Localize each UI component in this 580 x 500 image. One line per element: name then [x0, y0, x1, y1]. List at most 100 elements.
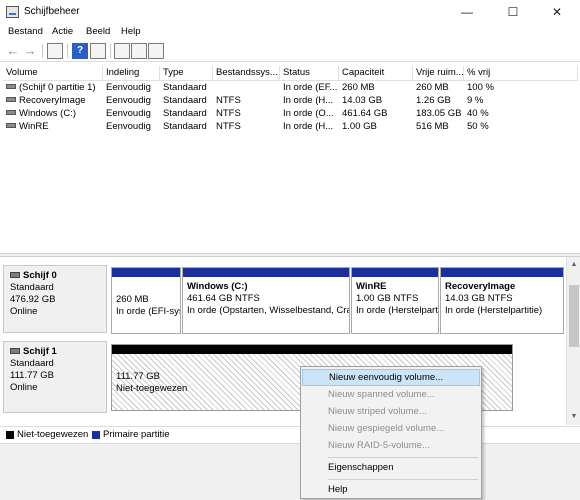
- partition-status: In orde (Herstelpartitie): [445, 305, 543, 316]
- cell-capacity: 461.64 GB: [342, 108, 388, 119]
- help-icon[interactable]: ?: [72, 43, 88, 59]
- status-bar: [0, 443, 580, 500]
- menu-item-new-raid5-volume: Nieuw RAID-5-volume...: [328, 440, 430, 451]
- cell-free-space: 516 MB: [416, 121, 449, 132]
- cell-free-space: 260 MB: [416, 82, 449, 93]
- legend-primary-partition: Primaire partitie: [103, 429, 170, 440]
- volume-icon: [6, 97, 16, 102]
- table-row[interactable]: WinRE Eenvoudig Standaard NTFS In orde (…: [0, 120, 580, 133]
- column-header-type[interactable]: Type: [160, 66, 213, 81]
- table-row[interactable]: RecoveryImage Eenvoudig Standaard NTFS I…: [0, 94, 580, 107]
- menu-bestand[interactable]: Bestand: [8, 26, 43, 37]
- cell-free-space: 1.26 GB: [416, 95, 451, 106]
- volume-name: (Schijf 0 partitie 1): [19, 82, 96, 93]
- toolbar-separator: [67, 44, 68, 58]
- window-title: Schijfbeheer: [24, 6, 80, 17]
- table-row[interactable]: Windows (C:) Eenvoudig Standaard NTFS In…: [0, 107, 580, 120]
- column-header-capaciteit[interactable]: Capaciteit: [339, 66, 413, 81]
- volume-list: Volume Indeling Type Bestandssys... Stat…: [0, 64, 580, 252]
- table-row[interactable]: (Schijf 0 partitie 1) Eenvoudig Standaar…: [0, 81, 580, 94]
- cell-free-space: 183.05 GB: [416, 108, 462, 119]
- cell-status: In orde (O...: [283, 108, 334, 119]
- volume-name: WinRE: [19, 121, 49, 132]
- menu-separator: [328, 479, 478, 480]
- disk-1-label[interactable]: Schijf 1 Standaard 111.77 GB Online: [3, 341, 107, 413]
- vertical-scrollbar[interactable]: ▲ ▼: [566, 257, 580, 425]
- cell-capacity: 1.00 GB: [342, 121, 377, 132]
- column-header-bestandssysteem[interactable]: Bestandssys...: [213, 66, 280, 81]
- toolbar-separator: [42, 44, 43, 58]
- minimize-button[interactable]: —: [444, 0, 490, 24]
- scrollbar-thumb[interactable]: [569, 285, 579, 347]
- title-bar: Schijfbeheer — ☐ ✕: [0, 0, 580, 24]
- legend-unallocated: Niet-toegewezen: [17, 429, 89, 440]
- back-arrow-icon[interactable]: ←: [5, 43, 21, 59]
- column-header-status[interactable]: Status: [280, 66, 339, 81]
- rescan-disks-icon[interactable]: [114, 43, 130, 59]
- close-button[interactable]: ✕: [534, 0, 580, 24]
- partition-efi[interactable]: 260 MB In orde (EFI-sys: [111, 267, 181, 334]
- column-header-indeling[interactable]: Indeling: [103, 66, 160, 81]
- forward-arrow-icon[interactable]: →: [22, 43, 38, 59]
- cell-type: Standaard: [163, 82, 207, 93]
- partition-size: 461.64 GB NTFS: [187, 293, 260, 304]
- partition-winre[interactable]: WinRE 1.00 GB NTFS In orde (Herstelpart: [351, 267, 439, 334]
- cell-type: Standaard: [163, 121, 207, 132]
- cell-type: Standaard: [163, 95, 207, 106]
- checklist-icon[interactable]: [131, 43, 147, 59]
- unallocated-size: 111.77 GB: [116, 371, 161, 382]
- menu-item-new-mirrored-volume: Nieuw gespiegeld volume...: [328, 423, 445, 434]
- console-tree-icon[interactable]: [47, 43, 63, 59]
- column-header-procent-vrij[interactable]: % vrij: [464, 66, 578, 81]
- disk-state: Online: [10, 306, 38, 317]
- partition-recoveryimage[interactable]: RecoveryImage 14.03 GB NTFS In orde (Her…: [440, 267, 564, 334]
- cell-percent-free: 100 %: [467, 82, 494, 93]
- primary-partition-bar: [352, 268, 438, 277]
- menu-item-help[interactable]: Help: [302, 481, 480, 498]
- context-menu: Nieuw eenvoudig volume... Nieuw spanned …: [300, 366, 482, 499]
- partition-size: 1.00 GB NTFS: [356, 293, 419, 304]
- disk-0-label[interactable]: Schijf 0 Standaard 476.92 GB Online: [3, 265, 107, 333]
- partition-status: In orde (EFI-sys: [116, 306, 181, 317]
- menu-item-new-striped-volume: Nieuw striped volume...: [328, 406, 427, 417]
- cell-capacity: 14.03 GB: [342, 95, 383, 106]
- menu-separator: [328, 457, 478, 458]
- disk-graphical-view: Schijf 0 Standaard 476.92 GB Online 260 …: [0, 257, 580, 425]
- toolbar: ← → ?: [0, 40, 580, 62]
- primary-partition-swatch: [92, 431, 100, 439]
- menu-item-new-simple-volume[interactable]: Nieuw eenvoudig volume...: [302, 369, 480, 386]
- disk-size: 111.77 GB: [10, 370, 55, 381]
- scroll-up-icon[interactable]: ▲: [567, 259, 580, 271]
- menu-actie[interactable]: Actie: [52, 26, 73, 37]
- properties-icon[interactable]: [90, 43, 106, 59]
- scroll-down-icon[interactable]: ▼: [567, 411, 580, 423]
- volume-name: RecoveryImage: [19, 95, 86, 106]
- cell-percent-free: 50 %: [467, 121, 489, 132]
- partition-windows-c[interactable]: Windows (C:) 461.64 GB NTFS In orde (Ops…: [182, 267, 350, 334]
- cell-status: In orde (H...: [283, 95, 334, 106]
- legend: Niet-toegewezen Primaire partitie: [0, 426, 580, 442]
- volume-name: Windows (C:): [19, 108, 77, 119]
- column-header-vrije-ruimte[interactable]: Vrije ruim...: [413, 66, 464, 81]
- unallocated-swatch: [6, 431, 14, 439]
- disk-name: Schijf 1: [23, 346, 57, 357]
- disk-type: Standaard: [10, 358, 54, 369]
- unallocated-bar: [112, 345, 512, 354]
- volume-icon: [6, 110, 16, 115]
- settings-icon[interactable]: [148, 43, 164, 59]
- cell-filesystem: [213, 81, 280, 94]
- unallocated-label: Niet-toegewezen: [116, 383, 188, 394]
- disk-name: Schijf 0: [23, 270, 57, 281]
- partition-status: In orde (Opstarten, Wisselbestand, Cras: [187, 305, 350, 316]
- disk-icon: [10, 272, 20, 278]
- column-header-volume[interactable]: Volume: [3, 66, 103, 81]
- maximize-button[interactable]: ☐: [490, 0, 536, 24]
- primary-partition-bar: [183, 268, 349, 277]
- menu-help[interactable]: Help: [121, 26, 141, 37]
- menu-item-properties[interactable]: Eigenschappen: [302, 459, 480, 476]
- menu-beeld[interactable]: Beeld: [86, 26, 110, 37]
- toolbar-separator: [110, 44, 111, 58]
- disk-management-app-icon: [6, 6, 19, 18]
- menu-bar: Bestand Actie Beeld Help: [0, 24, 580, 40]
- cell-indeling: Eenvoudig: [106, 121, 151, 132]
